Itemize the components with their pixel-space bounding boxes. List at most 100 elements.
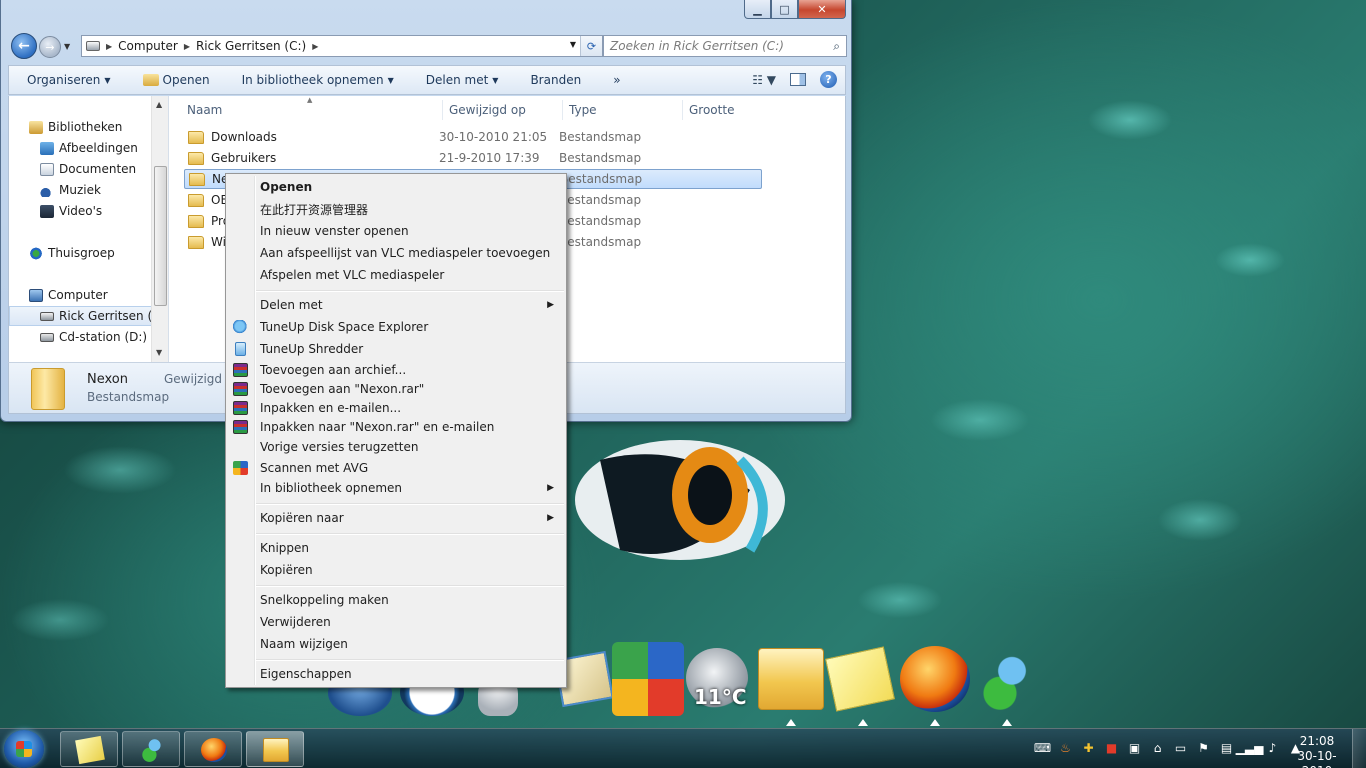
menu-item-open-new-window[interactable]: In nieuw venster openen: [228, 221, 564, 241]
menu-item-vlc-play[interactable]: Afspelen met VLC mediaspeler: [228, 265, 564, 285]
refresh-button[interactable]: ⟳: [580, 36, 602, 56]
menu-item-send-to[interactable]: Kopiëren naar ▶: [228, 508, 564, 528]
menu-item-tuneup-disk[interactable]: TuneUp Disk Space Explorer: [228, 317, 564, 337]
menu-item-copy[interactable]: Kopiëren: [228, 560, 564, 580]
nav-item-homegroup[interactable]: Thuisgroep: [29, 246, 115, 260]
menu-item-open[interactable]: Openen: [228, 177, 564, 197]
nav-item-pictures[interactable]: Afbeeldingen: [40, 141, 138, 155]
taskbar-sticky-notes[interactable]: [60, 731, 118, 767]
menu-label: Kopiëren naar: [260, 511, 344, 525]
search-input[interactable]: Zoeken in Rick Gerritsen (C:) ⌕: [603, 35, 847, 57]
flag-icon[interactable]: ⚑: [1195, 739, 1212, 756]
nav-item-music[interactable]: Muziek: [40, 183, 101, 197]
network-icon[interactable]: ⌂: [1149, 739, 1166, 756]
start-button[interactable]: [4, 730, 44, 768]
address-dropdown-icon[interactable]: ▼: [570, 40, 576, 49]
nav-label: Video's: [59, 204, 103, 218]
menu-item-delete[interactable]: Verwijderen: [228, 612, 564, 632]
menu-label: In nieuw venster openen: [260, 224, 409, 238]
menu-item-open-explorer-here[interactable]: 在此打开资源管理器: [228, 199, 564, 219]
chevron-down-icon: ▼: [492, 75, 499, 85]
dock-firefox-icon[interactable]: [900, 646, 970, 712]
dock-notes-icon[interactable]: [825, 646, 895, 712]
signal-icon[interactable]: ▁▃▅: [1236, 739, 1264, 756]
explorer-icon: [263, 738, 289, 762]
view-options-icon[interactable]: ☷ ▼: [752, 73, 776, 87]
menu-item-vlc-add-playlist[interactable]: Aan afspeellijst van VLC mediaspeler toe…: [228, 243, 564, 263]
share-button[interactable]: Delen met ▼: [408, 73, 513, 87]
breadcrumb-computer[interactable]: Computer: [118, 39, 178, 53]
winrar-icon: [233, 420, 248, 434]
file-row[interactable]: Gebruikers 21-9-2010 17:39 Bestandsmap: [184, 148, 762, 168]
column-header-size[interactable]: Grootte: [682, 100, 782, 120]
scroll-thumb[interactable]: [154, 166, 167, 306]
breadcrumb-chevron-icon[interactable]: ▶: [312, 42, 318, 51]
menu-item-properties[interactable]: Eigenschappen: [228, 664, 564, 684]
menu-item-rename[interactable]: Naam wijzigen: [228, 634, 564, 654]
maximize-button[interactable]: □: [771, 0, 798, 19]
breadcrumb-chevron-icon[interactable]: ▶: [106, 42, 112, 51]
open-button[interactable]: Openen: [125, 73, 224, 87]
menu-item-rar-add-named[interactable]: Toevoegen aan "Nexon.rar": [228, 379, 564, 399]
menu-item-rar-email-named[interactable]: Inpakken naar "Nexon.rar" en e-mailen: [228, 417, 564, 437]
menu-separator: [256, 585, 564, 587]
organize-button[interactable]: Organiseren ▼: [9, 73, 125, 87]
menu-item-scan-avg[interactable]: Scannen met AVG: [228, 458, 564, 478]
dock-messenger-icon[interactable]: [976, 654, 1036, 710]
taskbar-clock[interactable]: 21:08 30-10-2010: [1286, 734, 1348, 768]
keyboard-icon[interactable]: ⌨: [1034, 739, 1051, 756]
monitor-icon[interactable]: ▣: [1126, 739, 1143, 756]
display-icon[interactable]: ▭: [1172, 739, 1189, 756]
device-icon[interactable]: ▤: [1218, 739, 1235, 756]
column-header-name[interactable]: Naam: [181, 100, 443, 120]
nav-item-libraries[interactable]: Bibliotheken: [29, 120, 122, 134]
forward-button[interactable]: →: [39, 36, 61, 58]
menu-item-rar-add[interactable]: Toevoegen aan archief...: [228, 360, 564, 380]
taskbar-messenger[interactable]: [122, 731, 180, 767]
nav-scrollbar[interactable]: ▲ ▼: [151, 96, 168, 362]
preview-pane-icon[interactable]: [790, 73, 806, 86]
breadcrumb-chevron-icon[interactable]: ▶: [184, 42, 190, 51]
puzzle-icon[interactable]: ✚: [1080, 739, 1097, 756]
dock-avg-icon[interactable]: [612, 642, 684, 716]
column-header-type[interactable]: Type: [562, 100, 682, 120]
menu-item-share[interactable]: Delen met ▶: [228, 295, 564, 315]
nav-item-drive-c[interactable]: Rick Gerritsen (C:: [40, 309, 165, 323]
menu-item-include-library[interactable]: In bibliotheek opnemen ▶: [228, 478, 564, 498]
taskbar-firefox[interactable]: [184, 731, 242, 767]
breadcrumb-drive[interactable]: Rick Gerritsen (C:): [196, 39, 306, 53]
back-button[interactable]: ←: [11, 33, 37, 59]
menu-item-tuneup-shredder[interactable]: TuneUp Shredder: [228, 339, 564, 359]
taskbar-explorer[interactable]: [246, 731, 304, 767]
file-row[interactable]: Downloads 30-10-2010 21:05 Bestandsmap: [184, 127, 762, 147]
flame-icon[interactable]: ♨: [1057, 739, 1074, 756]
address-bar[interactable]: ▶ Computer ▶ Rick Gerritsen (C:) ▶ ▼ ⟳: [81, 35, 603, 57]
minimize-button[interactable]: ▁: [744, 0, 771, 19]
computer-icon: [29, 288, 43, 302]
dock-folder-icon[interactable]: [758, 648, 824, 710]
close-button[interactable]: ✕: [798, 0, 846, 19]
menu-item-create-shortcut[interactable]: Snelkoppeling maken: [228, 590, 564, 610]
column-label: Gewijzigd op: [449, 103, 526, 117]
recent-pages-dropdown[interactable]: ▼: [64, 42, 70, 51]
file-modified: 21-9-2010 17:39: [439, 151, 540, 165]
nav-item-drive-d[interactable]: Cd-station (D:): [40, 330, 147, 344]
menu-item-rar-email[interactable]: Inpakken en e-mailen...: [228, 398, 564, 418]
more-commands-button[interactable]: »: [595, 73, 634, 87]
nav-item-computer[interactable]: Computer: [29, 288, 108, 302]
scroll-up-icon[interactable]: ▲: [156, 100, 162, 109]
show-desktop-button[interactable]: [1352, 729, 1366, 768]
avg-tray-icon[interactable]: ■: [1103, 739, 1120, 756]
help-icon[interactable]: ?: [820, 71, 837, 88]
column-header-modified[interactable]: Gewijzigd op: [442, 100, 562, 120]
nav-item-documents[interactable]: Documenten: [40, 162, 136, 176]
nav-item-videos[interactable]: Video's: [40, 204, 102, 218]
menu-item-restore-versions[interactable]: Vorige versies terugzetten: [228, 437, 564, 457]
include-library-button[interactable]: In bibliotheek opnemen ▼: [224, 73, 408, 87]
menu-item-cut[interactable]: Knippen: [228, 538, 564, 558]
burn-button[interactable]: Branden: [512, 73, 595, 87]
volume-icon[interactable]: ♪: [1264, 739, 1281, 756]
file-type: Bestandsmap: [559, 193, 642, 207]
scroll-down-icon[interactable]: ▼: [156, 348, 162, 357]
file-name: Downloads: [211, 130, 277, 144]
